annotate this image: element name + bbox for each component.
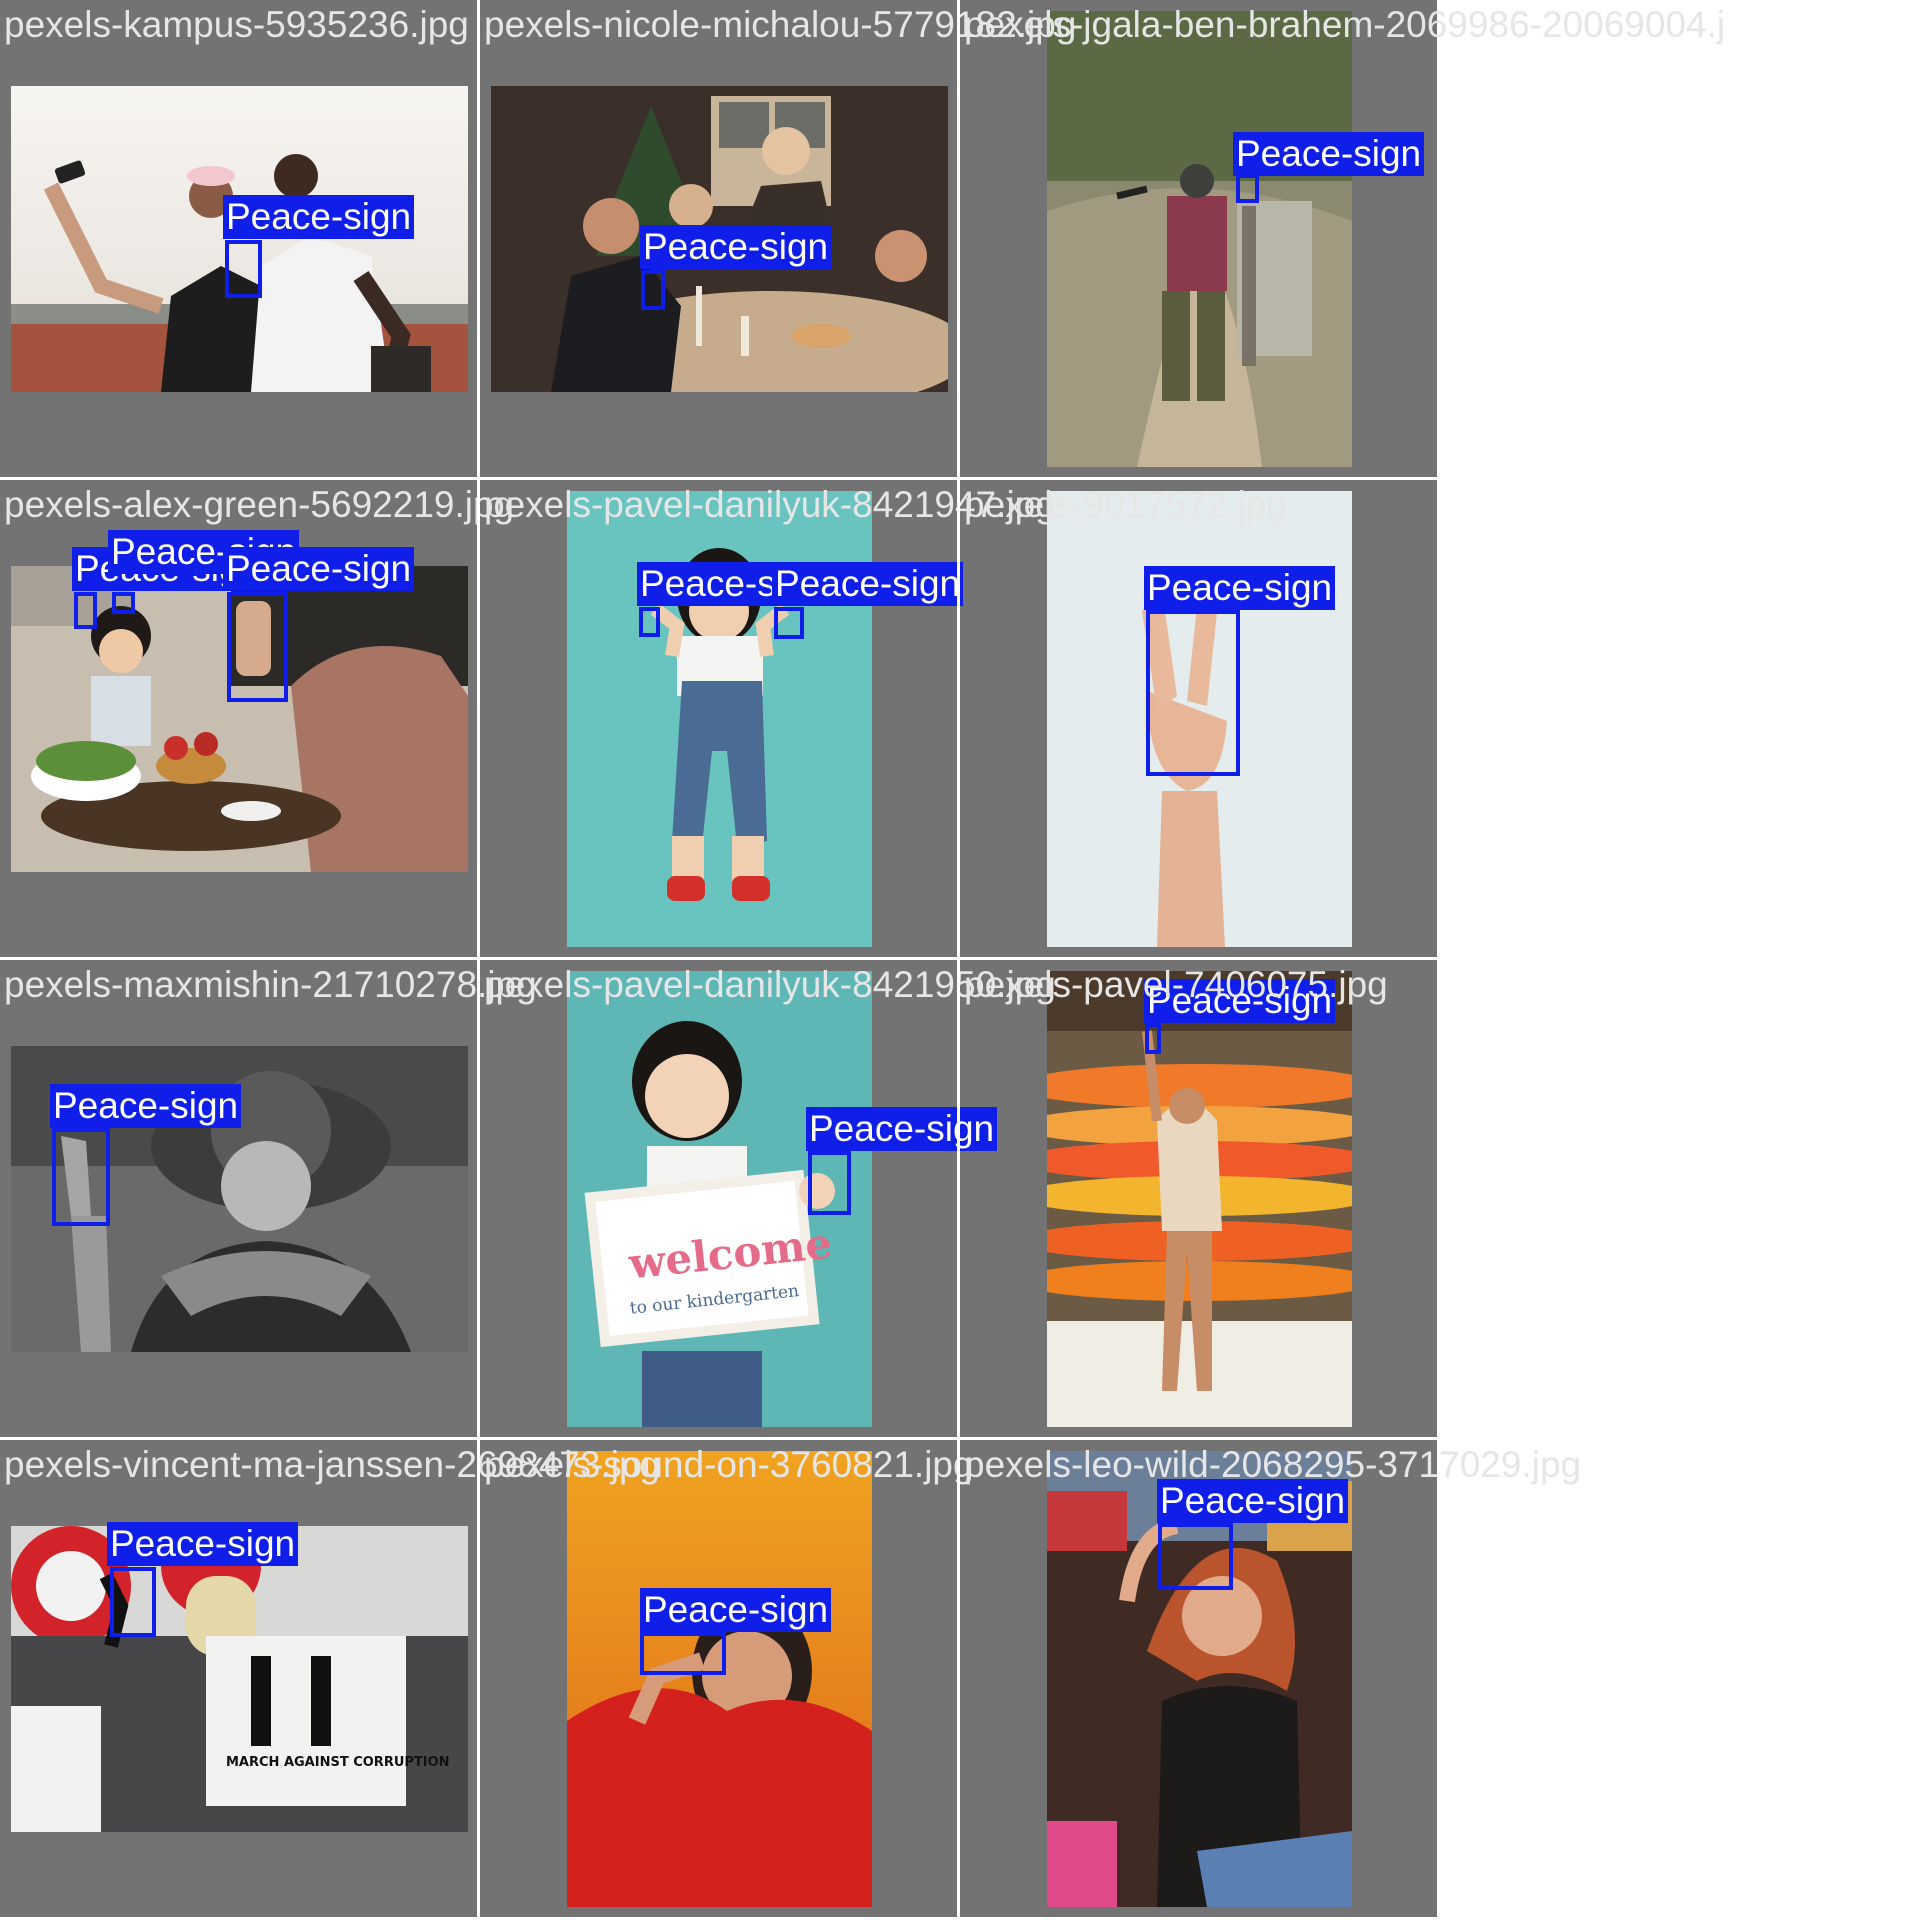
- tile-11: pexels-sound-on-3760821.jpg Peace-sign: [480, 1440, 974, 1917]
- grid-divider: [957, 0, 960, 1920]
- photo-woman-kayaks: [1047, 971, 1352, 1427]
- detection-label: Peace-sign: [772, 562, 964, 606]
- bounding-box: [110, 1567, 156, 1637]
- bounding-box: [52, 1128, 110, 1226]
- detection-label: Peace-sign: [640, 225, 832, 269]
- detection-label: Peace-sign: [107, 1522, 299, 1566]
- bounding-box: [74, 592, 97, 629]
- detection-label: Peace-sign: [640, 1588, 832, 1632]
- tile-filename: pexels-maxmishin-21710278.jpg: [4, 964, 537, 1005]
- tile-filename: pexels-9017572.jpg: [964, 484, 1287, 525]
- photo: [567, 1451, 872, 1907]
- tile-5: pexels-pavel-danilyuk-8421947.jpg Peace-…: [480, 480, 1056, 957]
- photo-woman-red-sweater: [567, 1451, 872, 1907]
- tile-filename: pexels-leo-wild-2068295-3717029.jpg: [964, 1444, 1582, 1485]
- tile-filename: pexels-jgala-ben-brahem-2069986-20069004…: [964, 4, 1726, 45]
- photo: [1047, 971, 1352, 1427]
- bounding-box: [225, 240, 262, 298]
- tile-2: pexels-nicole-michalou-5779182.jpg Peace…: [480, 0, 1076, 477]
- grid-divider: [0, 957, 1440, 960]
- bounding-box: [774, 607, 804, 639]
- detection-label: Peace-sign: [223, 547, 415, 591]
- tile-filename: pexels-kampus-5935236.jpg: [4, 4, 469, 45]
- tile-3: Peace-sign pexels-jgala-ben-brahem-20699…: [960, 0, 1725, 477]
- tile-filename: pexels-pavel-7406075.jpg: [964, 964, 1388, 1005]
- photo: [567, 491, 872, 947]
- grid-divider: [0, 477, 1440, 480]
- photo-selfie-group: [11, 86, 468, 392]
- tile-4: pexels-alex-green-5692219.jpg Peace-sign…: [0, 480, 514, 957]
- detection-label: Peace-sign: [1144, 566, 1336, 610]
- tile-filename: pexels-sound-on-3760821.jpg: [484, 1444, 974, 1485]
- photo-girl-overalls: [567, 491, 872, 947]
- bounding-box: [1145, 1023, 1161, 1054]
- photo-protest-mask: MARCH AGAINST CORRUPTION: [11, 1526, 468, 1832]
- tile-10: pexels-vincent-ma-janssen-2698473.jpg MA…: [0, 1440, 660, 1917]
- tile-9: Peace-sign pexels-pavel-7406075.jpg: [960, 960, 1437, 1437]
- bounding-box: [640, 1632, 726, 1675]
- photo: [1047, 11, 1352, 467]
- tile-12: Peace-sign pexels-leo-wild-2068295-37170…: [960, 1440, 1581, 1917]
- bounding-box: [1146, 610, 1240, 776]
- tile-1: pexels-kampus-5935236.jpg Peace-sign: [0, 0, 477, 477]
- bounding-box: [1158, 1523, 1233, 1590]
- bounding-box: [808, 1151, 851, 1215]
- sign-march-text: MARCH AGAINST CORRUPTION: [226, 1755, 450, 1770]
- bounding-box: [641, 270, 665, 310]
- tile-7: pexels-maxmishin-21710278.jpg Peace-sign: [0, 960, 537, 1437]
- bounding-box: [639, 607, 660, 637]
- detection-label: Peace-sign: [50, 1084, 242, 1128]
- photo: MARCH AGAINST CORRUPTION: [11, 1526, 468, 1832]
- tile-6: Peace-sign pexels-9017572.jpg: [960, 480, 1437, 957]
- detection-label: Peace-sign: [1233, 132, 1425, 176]
- bounding-box: [1236, 174, 1259, 203]
- detection-label: Peace-sign: [223, 195, 415, 239]
- grid-divider: [477, 0, 480, 1920]
- tile-8: welcome to our kindergarten Peace-sign p…: [480, 960, 1056, 1437]
- grid-divider: [0, 1437, 1440, 1440]
- detection-mosaic: pexels-kampus-5935236.jpg Peace-sign pex…: [0, 0, 1725, 1920]
- bounding-box: [227, 592, 288, 702]
- bounding-box: [112, 592, 135, 614]
- detection-label: Peace-sign: [806, 1107, 998, 1151]
- tile-filename: pexels-alex-green-5692219.jpg: [4, 484, 515, 525]
- photo-paintball-player: [1047, 11, 1352, 467]
- photo: [11, 86, 468, 392]
